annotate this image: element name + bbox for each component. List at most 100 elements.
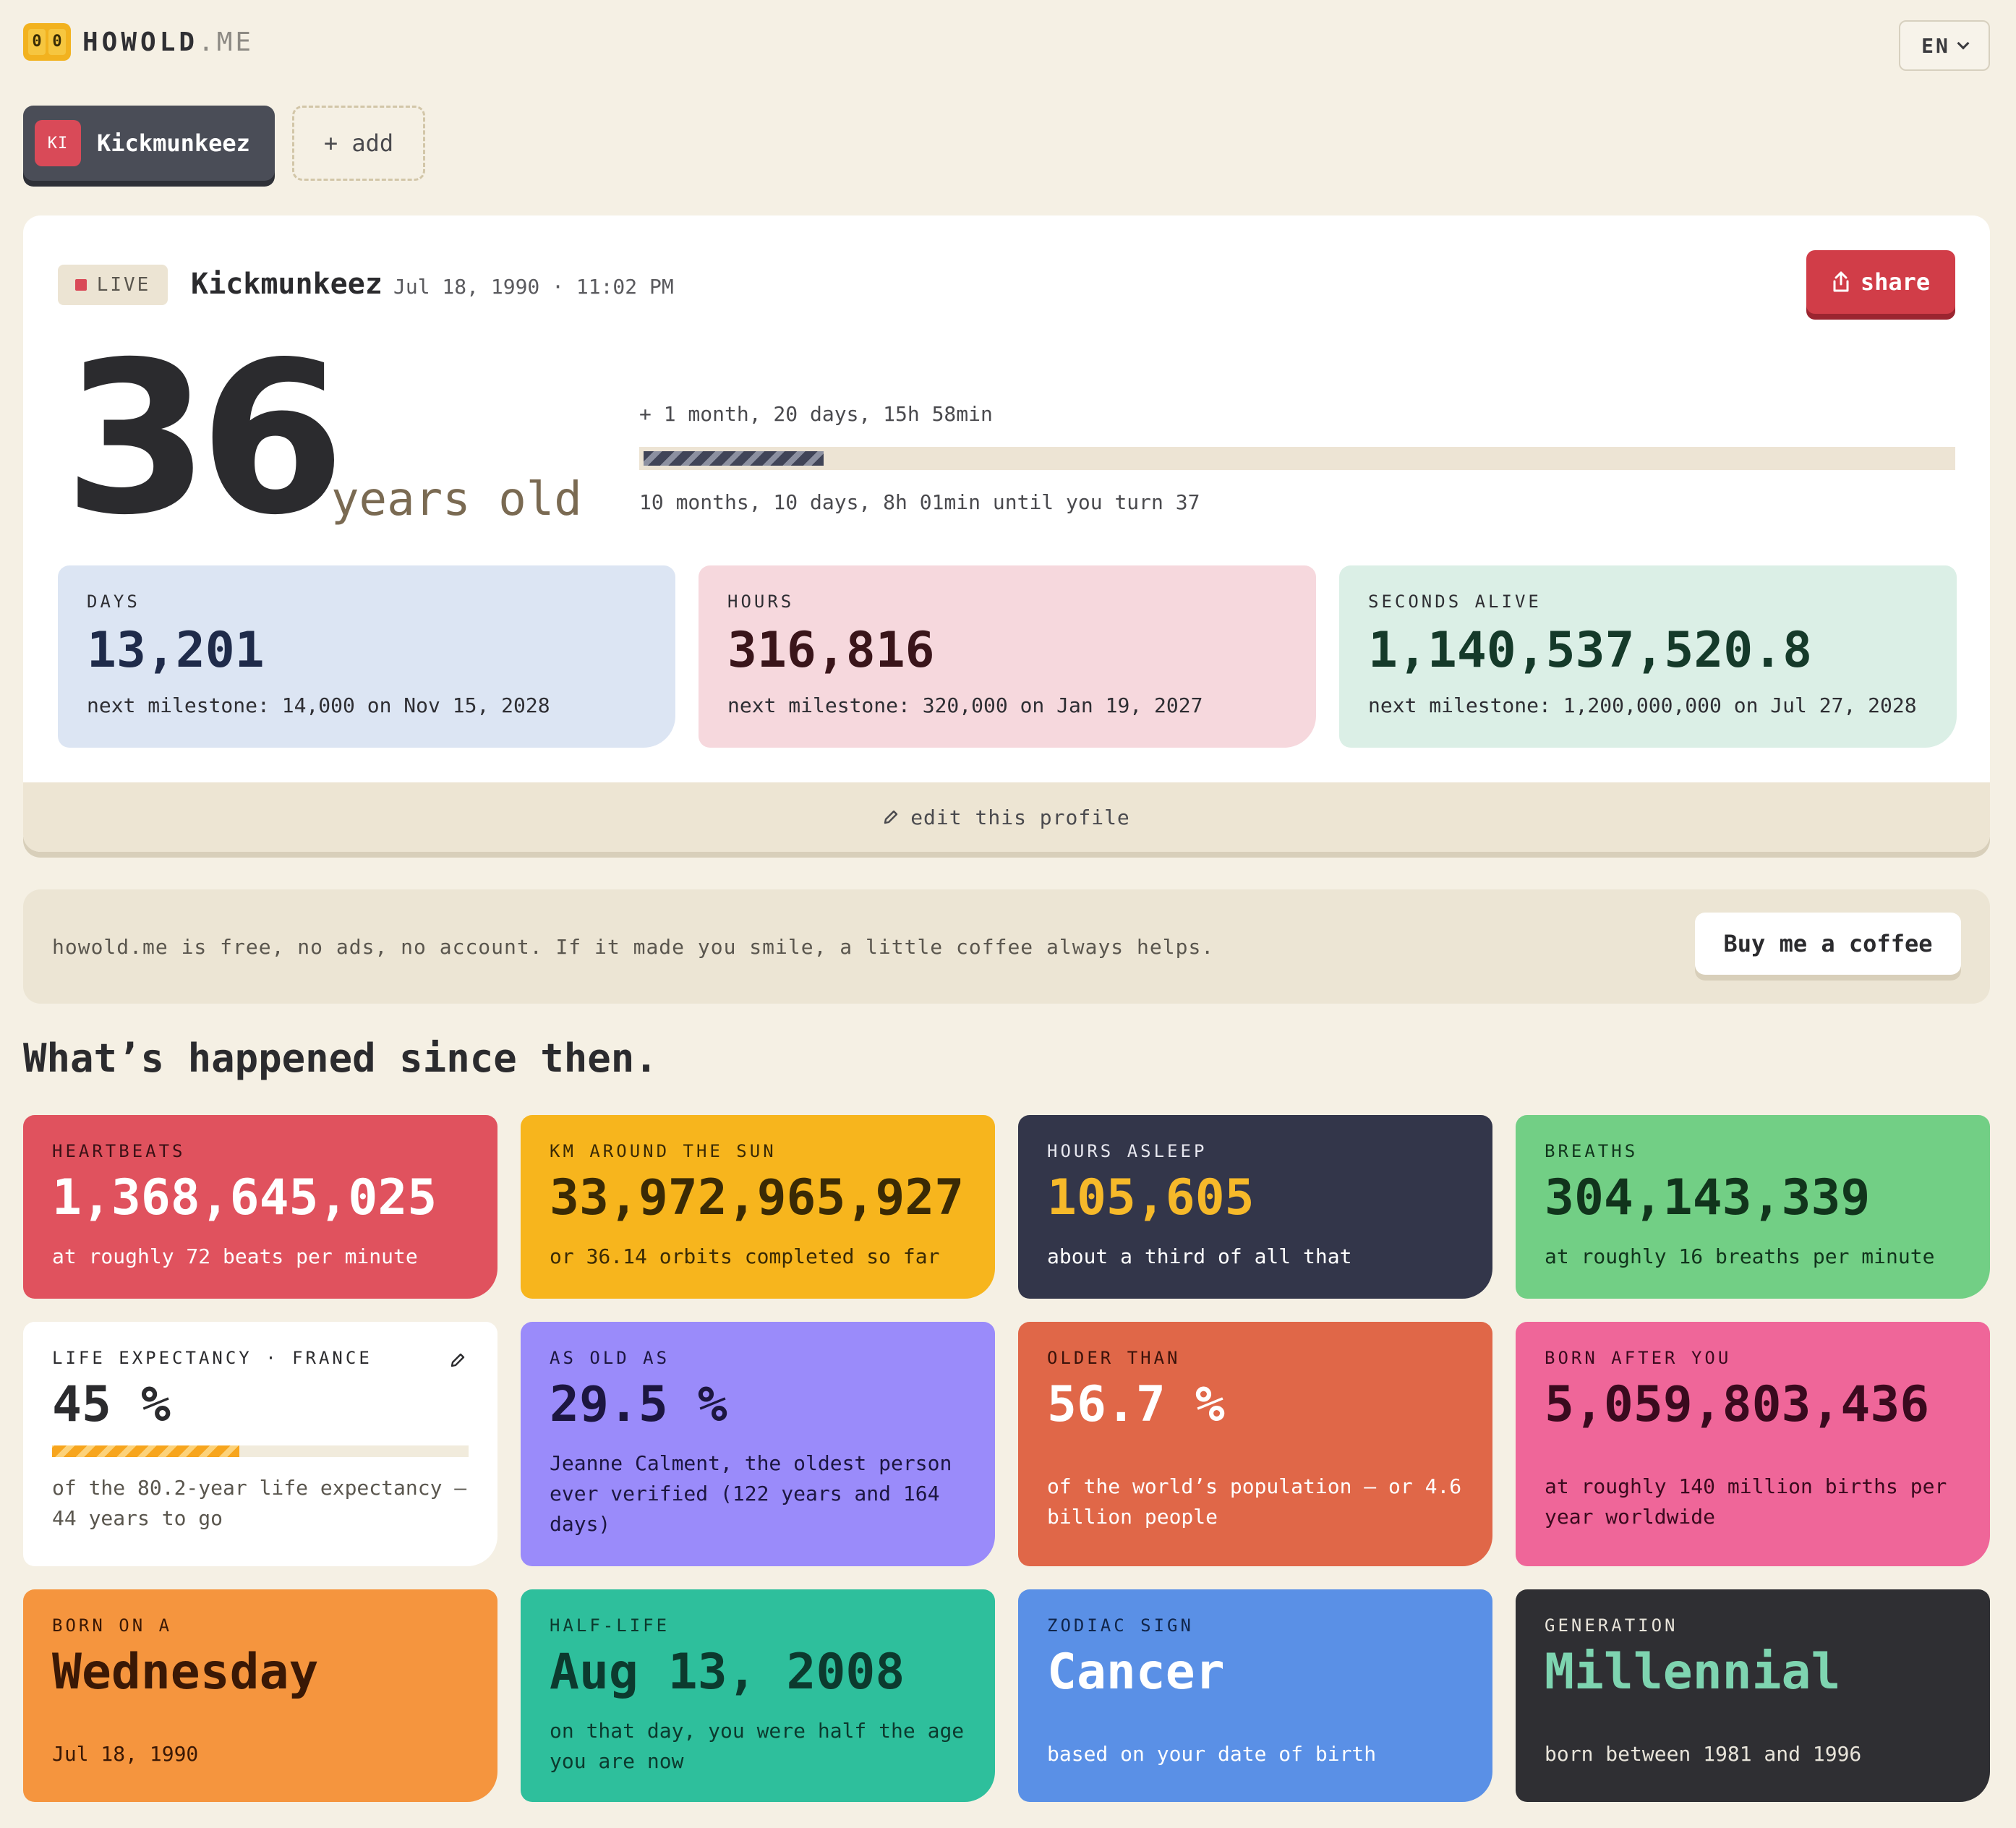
tile-value: Millennial	[1545, 1644, 1841, 1701]
live-indicator-icon	[74, 279, 87, 291]
stat-hours: HOURS 316,816 next milestone: 320,000 on…	[699, 565, 1316, 748]
tile-value: 56.7 %	[1047, 1376, 1225, 1433]
tile-caption: at roughly 16 breaths per minute	[1545, 1244, 1935, 1268]
share-icon	[1833, 271, 1849, 292]
pencil-icon	[884, 810, 898, 824]
share-button[interactable]: share	[1806, 250, 1955, 314]
birthday-progress-bar	[639, 447, 1955, 470]
age-card: LIVE Kickmunkeez Jul 18, 1990 · 11:02 PM…	[23, 215, 1990, 852]
tile-label: KM AROUND THE SUN	[550, 1141, 777, 1161]
stat-days: DAYS 13,201 next milestone: 14,000 on No…	[58, 565, 675, 748]
language-value: EN	[1921, 33, 1950, 58]
tile-value: 29.5 %	[550, 1376, 727, 1433]
stat-label: HOURS	[727, 591, 795, 612]
tile-label: AS OLD AS	[550, 1348, 670, 1368]
tile-label: BORN ON A	[52, 1615, 173, 1636]
life-expectancy-bar	[52, 1445, 469, 1457]
tile-caption: on that day, you were half the age you a…	[550, 1718, 965, 1773]
tile-label: HEARTBEATS	[52, 1141, 186, 1161]
tile-value: 45 %	[52, 1376, 171, 1433]
tile-caption: of the world’s population — or 4.6 billi…	[1047, 1474, 1462, 1529]
tile-as-old-as: AS OLD AS 29.5 % Jeanne Calment, the old…	[521, 1322, 995, 1566]
life-expectancy-fill	[52, 1445, 240, 1457]
logo[interactable]: 0 0 HOWOLD.ME	[23, 23, 254, 61]
tile-km-around-sun: KM AROUND THE SUN 33,972,965,927 or 36.1…	[521, 1115, 995, 1299]
tile-value: Aug 13, 2008	[550, 1644, 905, 1701]
profile-tab-name: Kickmunkeez	[97, 129, 250, 157]
stat-milestone: next milestone: 1,200,000,000 on Jul 27,…	[1368, 693, 1917, 717]
tile-life-expectancy: LIFE EXPECTANCY · FRANCE 45 % of the 80.…	[23, 1322, 497, 1566]
time-until-birthday: 10 months, 10 days, 8h 01min until you t…	[639, 490, 1200, 514]
live-badge: LIVE	[58, 265, 168, 305]
tile-value: 33,972,965,927	[550, 1169, 965, 1226]
birthday-progress-fill	[644, 451, 824, 466]
tile-value: 1,368,645,025	[52, 1169, 437, 1226]
logo-name: HOWOLD	[82, 27, 199, 57]
tile-caption: born between 1981 and 1996	[1545, 1741, 1862, 1766]
top-bar: 0 0 HOWOLD.ME EN	[23, 20, 1990, 72]
tile-breaths: BREATHS 304,143,339 at roughly 16 breath…	[1516, 1115, 1990, 1299]
add-profile-button[interactable]: + add	[292, 106, 425, 181]
tile-caption: at roughly 140 million births per year w…	[1545, 1474, 1947, 1529]
support-banner: howold.me is free, no ads, no account. I…	[23, 889, 1990, 1004]
edit-profile-label: edit this profile	[910, 805, 1130, 829]
tile-label: ZODIAC SIGN	[1047, 1615, 1194, 1636]
profile-name: Kickmunkeez	[191, 268, 383, 301]
logo-tld: .ME	[198, 27, 255, 57]
tile-born-on: BORN ON A Wednesday Jul 18, 1990	[23, 1589, 497, 1802]
share-label: share	[1860, 268, 1931, 296]
tile-label: BREATHS	[1545, 1141, 1639, 1161]
tile-label: GENERATION	[1545, 1615, 1678, 1636]
stat-value: 13,201	[87, 622, 265, 679]
stat-seconds: SECONDS ALIVE 1,140,537,520.8 next miles…	[1339, 565, 1957, 748]
logo-digit: 0	[28, 29, 46, 55]
tile-caption: of the 80.2-year life expectancy — 44 ye…	[52, 1475, 467, 1530]
edit-country-icon[interactable]	[450, 1352, 466, 1368]
tile-label: HALF-LIFE	[550, 1615, 670, 1636]
logo-digit: 0	[48, 29, 66, 55]
edit-profile-button[interactable]: edit this profile	[23, 782, 1990, 852]
tile-born-after-you: BORN AFTER YOU 5,059,803,436 at roughly …	[1516, 1322, 1990, 1566]
tile-caption: at roughly 72 beats per minute	[52, 1244, 418, 1268]
buy-coffee-button[interactable]: Buy me a coffee	[1695, 913, 1961, 975]
tile-value: 304,143,339	[1545, 1169, 1871, 1226]
tile-generation: GENERATION Millennial born between 1981 …	[1516, 1589, 1990, 1802]
tile-caption: based on your date of birth	[1047, 1741, 1377, 1766]
tile-heartbeats: HEARTBEATS 1,368,645,025 at roughly 72 b…	[23, 1115, 497, 1299]
tile-label: BORN AFTER YOU	[1545, 1348, 1732, 1368]
section-title: What’s happened since then.	[23, 1035, 658, 1081]
tile-half-life: HALF-LIFE Aug 13, 2008 on that day, you …	[521, 1589, 995, 1802]
tile-value: 105,605	[1047, 1169, 1255, 1226]
stat-milestone: next milestone: 14,000 on Nov 15, 2028	[87, 693, 550, 717]
support-text: howold.me is free, no ads, no account. I…	[52, 934, 1215, 959]
live-label: LIVE	[96, 274, 151, 296]
tile-caption: Jeanne Calment, the oldest person ever v…	[550, 1451, 952, 1536]
tile-value: Cancer	[1047, 1644, 1225, 1701]
tile-label: OLDER THAN	[1047, 1348, 1181, 1368]
logo-mark: 0 0	[23, 23, 71, 61]
birth-datetime: Jul 18, 1990 · 11:02 PM	[393, 275, 674, 299]
stat-label: DAYS	[87, 591, 140, 612]
tile-zodiac-sign: ZODIAC SIGN Cancer based on your date of…	[1018, 1589, 1492, 1802]
tile-value: Wednesday	[52, 1644, 319, 1701]
language-select[interactable]: EN	[1899, 20, 1990, 71]
tile-label: LIFE EXPECTANCY · FRANCE	[52, 1348, 372, 1368]
stat-value: 316,816	[727, 622, 935, 679]
age-value: 36	[64, 317, 346, 561]
avatar: KI	[35, 120, 81, 166]
chevron-down-icon	[1957, 37, 1970, 50]
stat-value: 1,140,537,520.8	[1368, 622, 1813, 679]
stat-milestone: next milestone: 320,000 on Jan 19, 2027	[727, 693, 1203, 717]
tile-older-than: OLDER THAN 56.7 % of the world’s populat…	[1018, 1322, 1492, 1566]
tile-caption: Jul 18, 1990	[52, 1741, 199, 1766]
logo-text: HOWOLD.ME	[82, 27, 254, 57]
tile-label: HOURS ASLEEP	[1047, 1141, 1208, 1161]
tile-caption: or 36.14 orbits completed so far	[550, 1244, 940, 1268]
time-since-birthday: + 1 month, 20 days, 15h 58min	[639, 402, 993, 426]
tile-hours-asleep: HOURS ASLEEP 105,605 about a third of al…	[1018, 1115, 1492, 1299]
age-unit: years old	[331, 473, 582, 526]
stat-label: SECONDS ALIVE	[1368, 591, 1542, 612]
tile-value: 5,059,803,436	[1545, 1376, 1930, 1433]
profile-tab-active[interactable]: KI Kickmunkeez	[23, 106, 275, 181]
tile-caption: about a third of all that	[1047, 1244, 1352, 1268]
